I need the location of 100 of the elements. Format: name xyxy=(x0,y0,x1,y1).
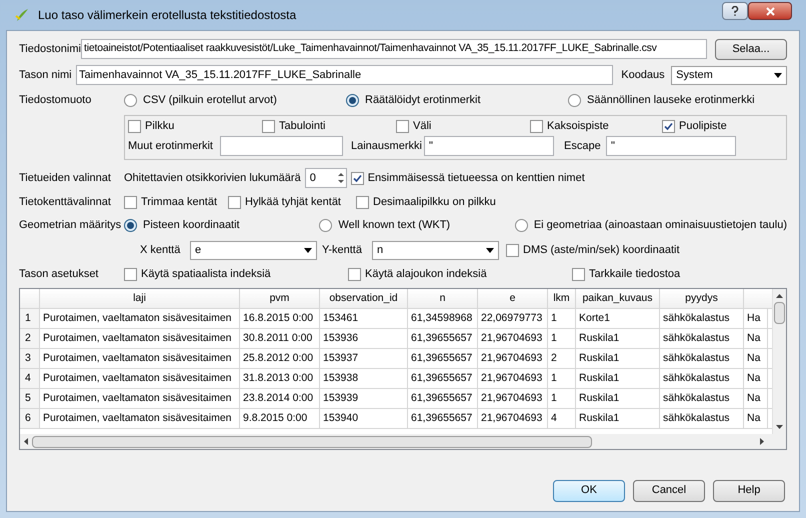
skip-rows-spinbox[interactable]: 0 xyxy=(304,168,347,188)
skip-rows-label: Ohitettavien otsikkorivien lukumäärä xyxy=(124,170,301,186)
caret-icon xyxy=(304,248,312,252)
checkmark-icon xyxy=(352,174,362,182)
file-path-field[interactable]: tietoaineistot/Potentiaaliset raakkuvesistöt/Luke_Taimenhavainnot/Taimenhavainnot VA_35_15.11.2017FF_LUKE_Sabrinalle.csv xyxy=(81,39,707,59)
quote-field[interactable]: " xyxy=(424,136,554,156)
scroll-thumb[interactable] xyxy=(32,436,592,448)
table-cell: Ha xyxy=(744,309,768,328)
horizontal-scrollbar[interactable] xyxy=(20,434,786,449)
table-cell: Na xyxy=(744,329,768,348)
column-header[interactable]: paikan_kuvaus xyxy=(576,289,660,308)
column-header[interactable]: pyydys xyxy=(660,289,744,308)
radio-button[interactable] xyxy=(346,94,359,106)
checkbox[interactable]: Pilkku xyxy=(128,118,262,134)
radio-button[interactable] xyxy=(514,218,528,232)
table-cell: 4 xyxy=(548,409,576,428)
table-cell: 21,96704693 xyxy=(478,409,548,428)
dialog-button[interactable]: OK xyxy=(553,480,625,502)
table-cell: 21,96704693 xyxy=(478,369,548,388)
column-header[interactable]: lkm xyxy=(548,289,576,308)
radio-button[interactable] xyxy=(124,94,137,106)
table-cell: 2 xyxy=(548,349,576,368)
vertical-scrollbar[interactable] xyxy=(772,289,786,434)
column-header[interactable]: laji xyxy=(40,289,240,308)
table-cell: 31.8.2013 0:00 xyxy=(240,369,320,388)
table-cell: Na xyxy=(744,349,768,368)
table-cell: sähkökalastus xyxy=(660,349,744,368)
checkbox[interactable]: Käytä spatiaalista indeksiä xyxy=(124,266,348,282)
scroll-right-icon xyxy=(760,438,764,445)
dialog-button[interactable]: Help xyxy=(713,480,785,502)
checkbox[interactable]: Tabulointi xyxy=(262,118,396,134)
table-cell: sähkökalastus xyxy=(660,309,744,328)
table-cell: sähkökalastus xyxy=(660,409,744,428)
radio-label[interactable]: CSV (pilkuin erotellut arvot) xyxy=(143,92,277,108)
checkbox[interactable]: Väli xyxy=(396,118,530,134)
table-cell: 153461 xyxy=(320,309,408,328)
table-cell: 61,39655657 xyxy=(408,409,478,428)
checkbox[interactable]: Desimaalipilkku on pilkku xyxy=(356,194,496,210)
checkbox[interactable]: Käytä alajoukon indeksiä xyxy=(348,266,572,282)
row-number: 4 xyxy=(20,369,40,388)
row-label: Tason asetukset xyxy=(19,266,100,282)
radio-label[interactable]: Ei geometriaa (ainoastaan ominaisuustietojen taulu) xyxy=(534,216,787,234)
table-cell: Purotaimen, vaeltamaton sisävesitaimen xyxy=(40,349,240,368)
row-label: Tason nimi xyxy=(19,68,73,83)
layer-name-field[interactable]: Taimenhavainnot VA_35_15.11.2017FF_LUKE_Sabrinalle xyxy=(76,65,614,85)
field-label: Lainausmerkki xyxy=(351,138,423,154)
checkbox[interactable]: Ensimmäisessä tietueessa on kenttien nimet xyxy=(350,170,585,186)
column-header[interactable]: observation_id xyxy=(320,289,408,308)
encoding-label: Koodaus xyxy=(621,68,666,83)
field-label: Muut erotinmerkit xyxy=(128,138,214,154)
column-header[interactable]: n xyxy=(408,289,478,308)
dialog-button[interactable]: Cancel xyxy=(633,480,705,502)
table-cell: 1 xyxy=(548,369,576,388)
table-cell: 1 xyxy=(548,309,576,328)
app-icon xyxy=(14,7,30,23)
row-label: Geometrian määritys xyxy=(19,218,122,233)
checkbox[interactable]: Trimmaa kentät xyxy=(124,194,228,210)
close-button[interactable] xyxy=(748,2,792,20)
table-cell: 61,39655657 xyxy=(408,329,478,348)
checkbox[interactable]: Puolipiste xyxy=(662,118,727,134)
table-cell: Purotaimen, vaeltamaton sisävesitaimen xyxy=(40,309,240,328)
table-cell: 25.8.2012 0:00 xyxy=(240,349,320,368)
table-cell: 1 xyxy=(548,389,576,408)
table-cell: Ruskila1 xyxy=(576,389,660,408)
checkbox[interactable]: DMS (aste/min/sek) koordinaatit xyxy=(506,242,680,258)
table-cell: 21,96704693 xyxy=(478,389,548,408)
row-label: Tiedostonimi xyxy=(19,42,81,57)
escape-field[interactable]: " xyxy=(606,136,736,156)
other-delimiters-field[interactable] xyxy=(220,136,343,156)
column-header[interactable]: pvm xyxy=(240,289,320,308)
radio-label[interactable]: Well known text (WKT) xyxy=(338,216,450,234)
radio-label[interactable]: Säännöllinen lauseke erotinmerkki xyxy=(587,92,755,108)
table-cell: Na xyxy=(744,369,768,388)
table-cell: 23.8.2014 0:00 xyxy=(240,389,320,408)
help-button[interactable] xyxy=(722,2,748,20)
checkbox[interactable]: Tarkkaile tiedostoa xyxy=(572,266,680,282)
dropdown[interactable]: System xyxy=(671,66,787,84)
dropdown[interactable]: e xyxy=(190,240,317,260)
row-number: 1 xyxy=(20,309,40,328)
checkbox[interactable]: Hylkää tyhjät kentät xyxy=(228,194,356,210)
table-cell: sähkökalastus xyxy=(660,329,744,348)
caret-icon xyxy=(486,248,494,252)
spinner-arrows-icon xyxy=(336,170,346,186)
checkbox[interactable]: Kaksoispiste xyxy=(530,118,662,134)
table-cell: Ruskila1 xyxy=(576,329,660,348)
table-cell: Purotaimen, vaeltamaton sisävesitaimen xyxy=(40,409,240,428)
table-cell: 1 xyxy=(548,329,576,348)
radio-button[interactable] xyxy=(124,218,137,232)
column-header[interactable]: e xyxy=(478,289,548,308)
browse-button[interactable]: Selaa... xyxy=(715,38,787,60)
radio-button[interactable] xyxy=(568,94,581,106)
scroll-down-icon xyxy=(776,425,783,429)
radio-label[interactable]: Pisteen koordinaatit xyxy=(143,216,240,234)
radio-button[interactable] xyxy=(319,218,332,232)
help-icon xyxy=(731,6,739,16)
caret-icon xyxy=(774,72,782,78)
table-cell: Korte1 xyxy=(576,309,660,328)
dropdown[interactable]: n xyxy=(372,240,499,260)
scroll-thumb[interactable] xyxy=(774,302,785,324)
radio-label[interactable]: Räätälöidyt erotinmerkit xyxy=(365,92,481,108)
